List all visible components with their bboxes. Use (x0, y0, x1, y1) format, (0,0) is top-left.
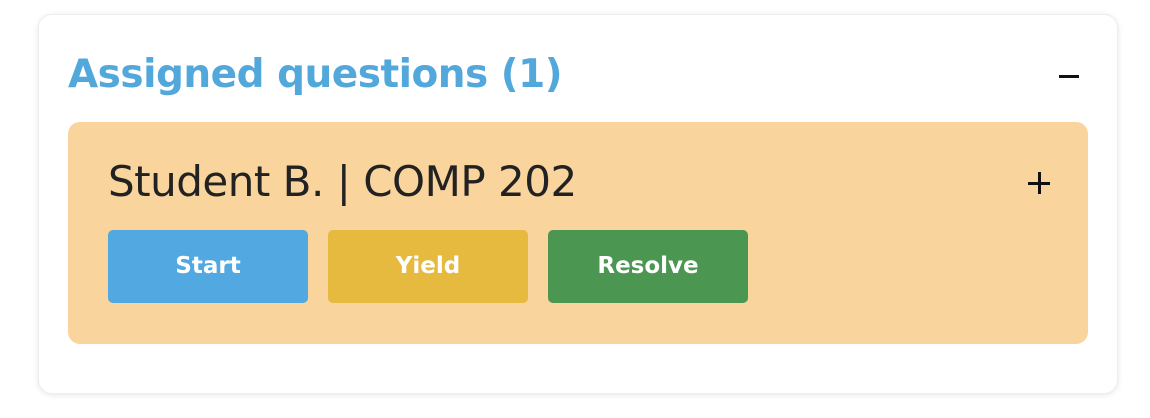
start-button[interactable]: Start (108, 230, 308, 303)
plus-icon[interactable] (1025, 169, 1053, 197)
plus-icon-vertical (1037, 172, 1041, 194)
panel-title: Assigned questions (1) (68, 52, 563, 97)
minus-icon[interactable] (1057, 69, 1081, 83)
yield-button[interactable]: Yield (328, 230, 528, 303)
question-card: Student B. | COMP 202 Start Yield Resolv… (68, 122, 1088, 344)
resolve-button[interactable]: Resolve (548, 230, 748, 303)
minus-icon-bar (1059, 75, 1079, 78)
question-title: Student B. | COMP 202 (108, 157, 577, 206)
assigned-questions-panel: Assigned questions (1) Student B. | COMP… (38, 14, 1118, 394)
